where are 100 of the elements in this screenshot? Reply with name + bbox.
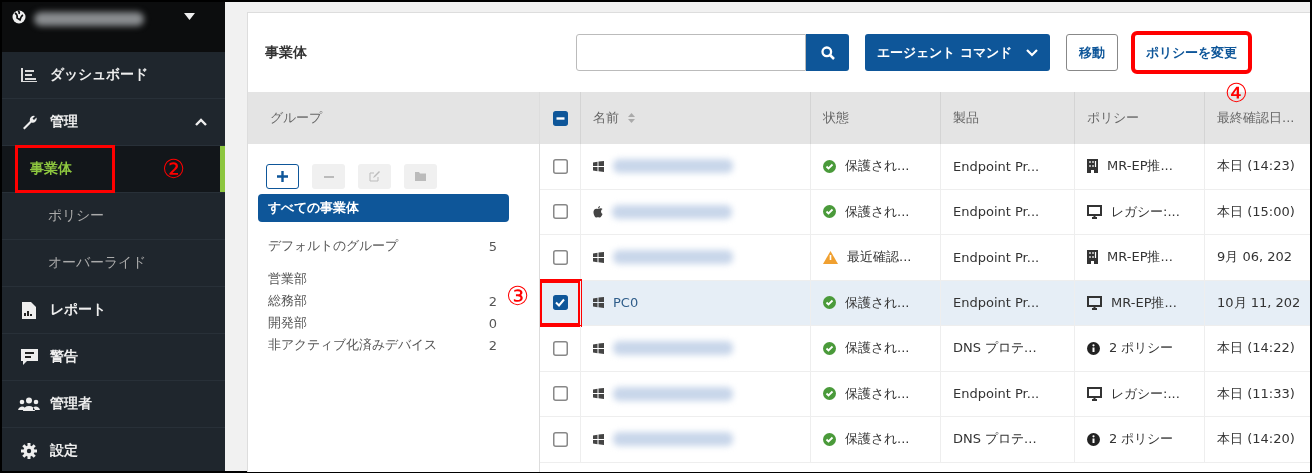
info-icon (1087, 432, 1100, 446)
settings-icon (21, 443, 37, 459)
column-header: 最終確認日... (1217, 109, 1295, 127)
check-circle-icon (823, 432, 836, 446)
apple-icon (593, 205, 603, 218)
table-cell: 本日 (15:00) (1217, 202, 1295, 221)
group-name: 非アクティブ化済みデバイス (268, 336, 437, 354)
table-cell: Endpoint Pr... (953, 158, 1040, 174)
checkbox[interactable] (552, 110, 568, 126)
group-count: 5 (488, 238, 497, 254)
document-icon (22, 301, 36, 319)
nav-item[interactable]: ダッシュボード (2, 52, 225, 99)
users-icon (18, 397, 40, 411)
windows-icon (593, 342, 604, 354)
dropdown-caret-icon[interactable] (184, 13, 195, 20)
table-cell: 保護され... (845, 202, 910, 221)
folder-icon (415, 172, 426, 181)
chevron-up-icon[interactable] (195, 118, 207, 126)
column-header: 状態 (823, 109, 849, 127)
checkbox[interactable] (552, 158, 568, 174)
building-icon (1087, 250, 1098, 265)
table-cell: 保護され... (845, 384, 910, 403)
group-item[interactable]: 開発部 0 (258, 312, 509, 334)
group-item[interactable]: デフォルトのグループ 5 (258, 232, 509, 260)
windows-icon (593, 433, 604, 445)
group-count: 0 (488, 315, 497, 331)
search-field[interactable] (576, 34, 806, 71)
checkbox[interactable] (552, 295, 568, 311)
table-row[interactable]: 保護され... Endpoint Pr... レガシー:... 本日 (11:33) (540, 371, 1310, 417)
table-cell: 2 ポリシー (1109, 339, 1174, 358)
table-cell: DNS プロテ... (953, 339, 1037, 358)
group-item[interactable]: 営業部 (258, 268, 509, 290)
monitor-icon (1087, 386, 1102, 401)
nav-item[interactable]: オーバーライド (2, 240, 225, 287)
group-name: 開発部 (268, 314, 307, 332)
action-button[interactable]: 移動 (1065, 34, 1118, 71)
checkbox[interactable] (552, 249, 568, 265)
dropdown-button[interactable]: エージェント コマンド (865, 34, 1050, 71)
table-cell: 10月 11, 202 (1217, 293, 1301, 312)
annotation-number: ④ (1224, 80, 1248, 106)
checkbox[interactable] (552, 340, 568, 356)
table-cell: MR-EP推... (1107, 248, 1173, 267)
monitor-icon (1087, 204, 1102, 219)
table-cell: 本日 (14:22) (1217, 339, 1295, 358)
search-button[interactable] (806, 34, 849, 71)
checkbox[interactable] (552, 204, 568, 220)
building-icon (1087, 159, 1098, 174)
table-row[interactable]: 保護され... DNS プロテ... 2 ポリシー 本日 (14:20) (540, 417, 1310, 463)
annotation-number: ③ (506, 282, 530, 309)
group-item[interactable]: すべての事業体 (258, 194, 509, 222)
table-cell: 保護され... (845, 157, 910, 176)
table-cell: DNS プロテ... (953, 430, 1037, 449)
group-item[interactable]: 総務部 2 (258, 290, 509, 312)
info-icon (1087, 341, 1100, 355)
group-item[interactable]: 非アクティブ化済みデバイス 2 (258, 334, 509, 356)
group-count: 2 (488, 293, 497, 309)
table-cell: 9月 06, 202 (1217, 248, 1293, 267)
column-header: ポリシー (1087, 109, 1139, 127)
nav-item[interactable]: 警告 (2, 334, 225, 381)
group-name: 営業部 (268, 270, 307, 288)
check-circle-icon (823, 341, 836, 355)
checkbox[interactable] (552, 431, 568, 447)
windows-icon (593, 388, 604, 400)
table-row[interactable]: 保護され... Endpoint Pr... MR-EP推... 本日 (14:23) (540, 144, 1310, 190)
device-name[interactable]: PC0 (613, 295, 639, 311)
windows-icon (593, 251, 604, 263)
table-cell: 本日 (11:33) (1217, 384, 1295, 403)
table-cell: レガシー:... (1111, 384, 1180, 403)
table-row[interactable]: 保護され... DNS プロテ... 2 ポリシー 本日 (14:22) (540, 326, 1310, 372)
table-row[interactable]: 最近確認... Endpoint Pr... MR-EP推... 9月 06, 202 (540, 235, 1310, 281)
nav-item[interactable]: 管理者 (2, 381, 225, 428)
table-cell: Endpoint Pr... (953, 295, 1040, 311)
checkbox[interactable] (552, 386, 568, 402)
nav-item[interactable]: 設定 (2, 428, 225, 473)
table-cell: Endpoint Pr... (953, 204, 1040, 220)
table-row[interactable]: PC0 保護され... Endpoint Pr... MR-EP推... 10月 11, 202 (540, 280, 1310, 326)
table-cell: 2 ポリシー (1109, 430, 1174, 449)
edit-icon (369, 171, 380, 182)
windows-icon (593, 160, 604, 172)
sort-icon[interactable] (628, 113, 635, 123)
nav-item[interactable]: ポリシー (2, 193, 225, 240)
minus-icon (323, 175, 334, 178)
nav-item[interactable]: 事業体 ② (2, 146, 225, 193)
action-button[interactable]: ポリシーを変更 (1133, 34, 1249, 71)
table-row[interactable]: 保護され... Endpoint Pr... レガシー:... 本日 (15:00) (540, 189, 1310, 235)
plus-icon (277, 171, 288, 182)
check-circle-icon (823, 159, 836, 173)
group-name: すべての事業体 (268, 199, 359, 217)
column-header[interactable]: 名前 (593, 109, 619, 127)
annotation-number: ② (162, 154, 186, 184)
page-title: 事業体 (265, 43, 308, 62)
table-cell: レガシー:... (1111, 202, 1180, 221)
group-name: デフォルトのグループ (268, 237, 398, 255)
table-cell: Endpoint Pr... (953, 249, 1040, 265)
globe-icon (12, 10, 26, 24)
add-button[interactable] (266, 164, 299, 189)
table-cell: 保護され... (845, 430, 910, 449)
wrench-icon (21, 114, 37, 130)
table-cell: MR-EP推... (1107, 157, 1173, 176)
nav-item[interactable]: レポート (2, 287, 225, 334)
